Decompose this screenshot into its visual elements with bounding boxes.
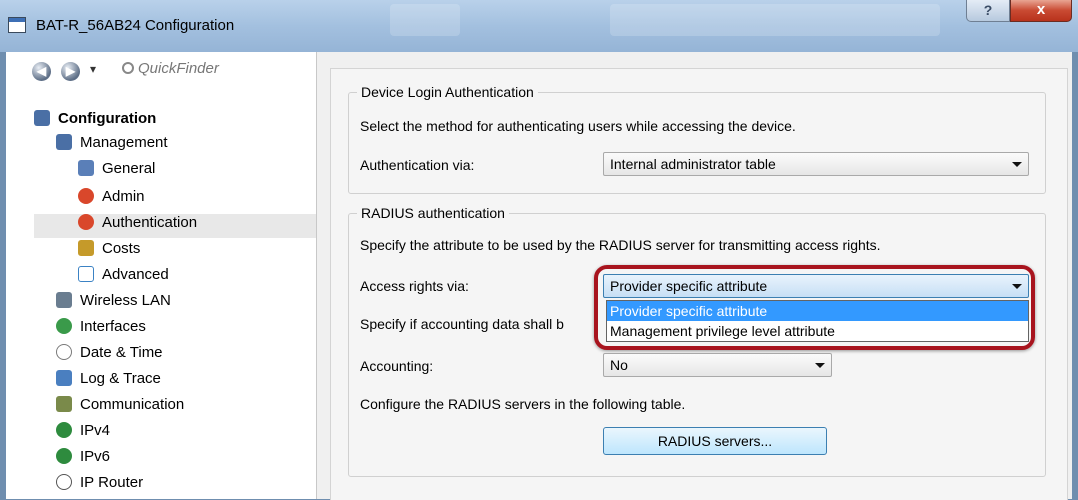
chevron-down-icon — [815, 363, 825, 368]
communication-icon — [56, 396, 72, 412]
authentication-value: Internal administrator table — [610, 156, 776, 172]
app-icon — [8, 17, 26, 33]
accounting-label: Accounting: — [360, 358, 434, 374]
tree-item-log-trace[interactable]: Log & Trace — [56, 368, 161, 390]
tree-item-interfaces[interactable]: Interfaces — [56, 316, 146, 338]
tree-label: Authentication — [102, 214, 198, 231]
back-button[interactable]: ◀ — [32, 62, 51, 81]
tree-item-general[interactable]: General — [78, 158, 155, 180]
tree-item-ip-router[interactable]: IP Router — [56, 472, 143, 494]
search-icon — [122, 62, 134, 74]
radius-description: Specify the attribute to be used by the … — [360, 237, 881, 253]
close-button[interactable]: x — [1010, 0, 1072, 22]
background-blur — [390, 4, 460, 36]
tree-label: Management — [80, 134, 168, 151]
tree-label: IPv6 — [80, 448, 111, 465]
chevron-down-icon — [1012, 162, 1022, 167]
management-icon — [56, 134, 72, 150]
window-title: BAT-R_56AB24 Configuration — [36, 17, 235, 34]
advanced-icon — [78, 266, 94, 282]
quickfinder-input[interactable]: QuickFinder — [122, 60, 219, 77]
access-rights-label: Access rights via: — [360, 278, 469, 294]
tree-label: Wireless LAN — [80, 292, 171, 309]
navigation-toolbar: ◀ ▶ ▾ QuickFinder — [6, 60, 316, 84]
background-blur — [610, 4, 940, 36]
tree-item-advanced[interactable]: Advanced — [78, 264, 169, 286]
navigation-pane: ◀ ▶ ▾ QuickFinder Configuration Manageme… — [6, 52, 317, 499]
tree-label: Advanced — [102, 266, 169, 283]
tree-item-communication[interactable]: Communication — [56, 394, 184, 416]
history-dropdown-icon[interactable]: ▾ — [90, 62, 96, 76]
tree-item-ipv6[interactable]: IPv6 — [56, 446, 110, 468]
ipv4-icon — [56, 422, 72, 438]
tree-label: Configuration — [58, 110, 157, 127]
interfaces-icon — [56, 318, 72, 334]
clock-icon — [56, 344, 72, 360]
tree-item-date-time[interactable]: Date & Time — [56, 342, 163, 364]
admin-icon — [78, 188, 94, 204]
highlight-frame — [594, 265, 1035, 350]
tree-label: Communication — [80, 396, 185, 413]
ip-router-icon — [56, 474, 72, 490]
tree-item-ipv4[interactable]: IPv4 — [56, 420, 110, 442]
log-trace-icon — [56, 370, 72, 386]
tree-label: IPv4 — [80, 422, 111, 439]
tree-label: Admin — [102, 188, 145, 205]
tree-item-management[interactable]: Management — [56, 132, 168, 154]
radius-servers-button[interactable]: RADIUS servers... — [603, 427, 827, 455]
tree-item-admin[interactable]: Admin — [78, 186, 145, 208]
accounting-select[interactable]: No — [603, 353, 832, 377]
ipv6-icon — [56, 448, 72, 464]
tree-label: IP Router — [80, 474, 144, 491]
tree-label: Interfaces — [80, 318, 146, 335]
help-button[interactable]: ? — [966, 0, 1010, 22]
quickfinder-placeholder: QuickFinder — [138, 60, 219, 77]
title-bar: BAT-R_56AB24 Configuration ? x — [0, 0, 1078, 52]
general-icon — [78, 160, 94, 176]
tree-label: General — [102, 160, 156, 177]
tree-item-costs[interactable]: Costs — [78, 238, 140, 260]
tree-root-configuration[interactable]: Configuration — [34, 108, 156, 130]
costs-icon — [78, 240, 94, 256]
radius-servers-description: Configure the RADIUS servers in the foll… — [360, 396, 686, 412]
wireless-lan-icon — [56, 292, 72, 308]
device-login-description: Select the method for authenticating use… — [360, 118, 796, 134]
authentication-select[interactable]: Internal administrator table — [603, 152, 1029, 176]
authentication-icon — [78, 214, 94, 230]
device-login-group: Device Login Authentication — [348, 84, 1046, 194]
configuration-icon — [34, 110, 50, 126]
accounting-description: Specify if accounting data shall b — [360, 316, 564, 332]
tree-label: Costs — [102, 240, 141, 257]
radius-legend: RADIUS authentication — [357, 205, 509, 221]
tree-item-wireless-lan[interactable]: Wireless LAN — [56, 290, 171, 312]
tree-label: Log & Trace — [80, 370, 161, 387]
forward-button[interactable]: ▶ — [61, 62, 80, 81]
tree-item-authentication[interactable]: Authentication — [78, 212, 197, 234]
device-login-legend: Device Login Authentication — [357, 84, 538, 100]
tree-label: Date & Time — [80, 344, 163, 361]
accounting-value: No — [610, 357, 628, 373]
authentication-label: Authentication via: — [360, 157, 475, 173]
